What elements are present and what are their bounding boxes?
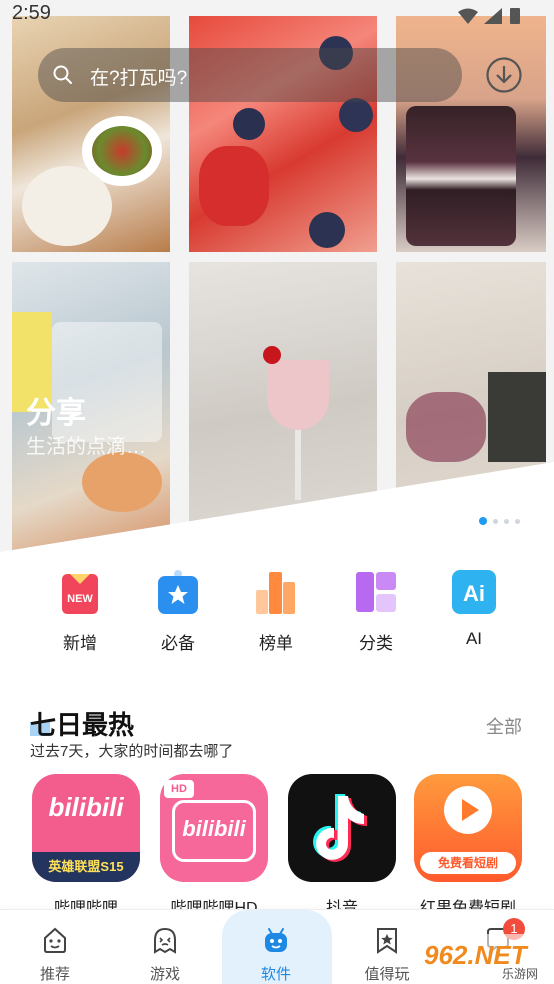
- banner-subtitle: 生活的点滴…: [26, 436, 146, 458]
- category-ai[interactable]: Ai AI: [434, 568, 514, 649]
- play-icon: [444, 786, 492, 834]
- bookmark-star-icon: [377, 928, 397, 954]
- bilibili-app-icon: bilibili 英雄联盟S15: [32, 774, 140, 882]
- svg-text:962.NET: 962.NET: [424, 940, 529, 970]
- banner-carousel[interactable]: 2:59 在?打瓦吗? 分享 生活的点滴…: [0, 0, 554, 560]
- ai-icon: Ai: [452, 570, 496, 614]
- category-label: 必备: [161, 634, 195, 653]
- carousel-indicator[interactable]: [479, 517, 520, 525]
- grid-category-icon: [356, 572, 396, 612]
- see-all-link[interactable]: 全部: [486, 713, 522, 739]
- category-label: AI: [465, 629, 483, 648]
- search-icon: [53, 65, 72, 84]
- star-bag-icon: [158, 570, 198, 614]
- android-icon: [265, 928, 287, 952]
- hongguo-app-icon: 免费看短剧: [414, 774, 522, 882]
- status-bar: 2:59: [0, 0, 554, 28]
- carousel-dot-active[interactable]: [479, 517, 487, 525]
- tiktok-note-icon: [313, 794, 367, 862]
- carousel-dot[interactable]: [493, 518, 498, 524]
- svg-text:Ai: Ai: [463, 581, 485, 606]
- banner-title: 分享: [26, 397, 86, 430]
- app-icon: [288, 774, 396, 882]
- tab-label: 推荐: [39, 966, 70, 983]
- tab-label: 游戏: [149, 966, 180, 983]
- new-badge-icon: NEW: [62, 574, 98, 614]
- bar-ranking-icon: [256, 572, 295, 614]
- category-ranking[interactable]: 榜单: [236, 568, 316, 654]
- ghost-face-icon: [154, 927, 176, 954]
- app-item-bilibili-hd[interactable]: HD bilibili 哔哩哔哩HD: [160, 774, 268, 918]
- download-icon[interactable]: [485, 56, 523, 94]
- category-classify[interactable]: 分类: [336, 568, 416, 654]
- app-item-bilibili[interactable]: bilibili 英雄联盟S15 哔哩哔哩: [32, 774, 140, 918]
- hot-app-list: bilibili 英雄联盟S15 哔哩哔哩 HD bilibili 哔哩哔哩HD…: [0, 774, 554, 917]
- search-bar[interactable]: 在?打瓦吗?: [38, 48, 462, 102]
- app-item-hongguo[interactable]: 免费看短剧 红果免费短剧: [414, 774, 522, 918]
- status-time: 2:59: [12, 2, 51, 24]
- signal-icon: [458, 8, 520, 24]
- tab-label: 软件: [260, 966, 291, 983]
- app-item-douyin[interactable]: 抖音: [288, 774, 396, 918]
- tab-games[interactable]: 游戏: [110, 910, 220, 984]
- carousel-dot[interactable]: [504, 518, 509, 524]
- svg-text:乐游网: 乐游网: [502, 967, 538, 981]
- section-title: 七日最热: [30, 710, 135, 740]
- category-label: 新增: [63, 634, 97, 653]
- tab-software[interactable]: 软件: [221, 910, 332, 984]
- search-placeholder: 在?打瓦吗?: [90, 68, 188, 89]
- category-label: 分类: [359, 634, 393, 653]
- category-label: 榜单: [259, 634, 293, 653]
- category-row: NEW 新增 必备 榜单 分类 Ai AI: [0, 568, 554, 658]
- section-subtitle: 过去7天，大家的时间都去哪了: [30, 743, 234, 760]
- bilibili-hd-app-icon: HD bilibili: [160, 774, 268, 882]
- smile-face-icon: [44, 927, 66, 953]
- watermark-logo: 962.NET 乐游网: [418, 934, 548, 982]
- category-new[interactable]: NEW 新增: [40, 568, 120, 654]
- category-essential[interactable]: 必备: [138, 568, 218, 654]
- svg-text:NEW: NEW: [67, 593, 93, 605]
- tab-recommend[interactable]: 推荐: [0, 910, 110, 984]
- carousel-dot[interactable]: [515, 518, 520, 524]
